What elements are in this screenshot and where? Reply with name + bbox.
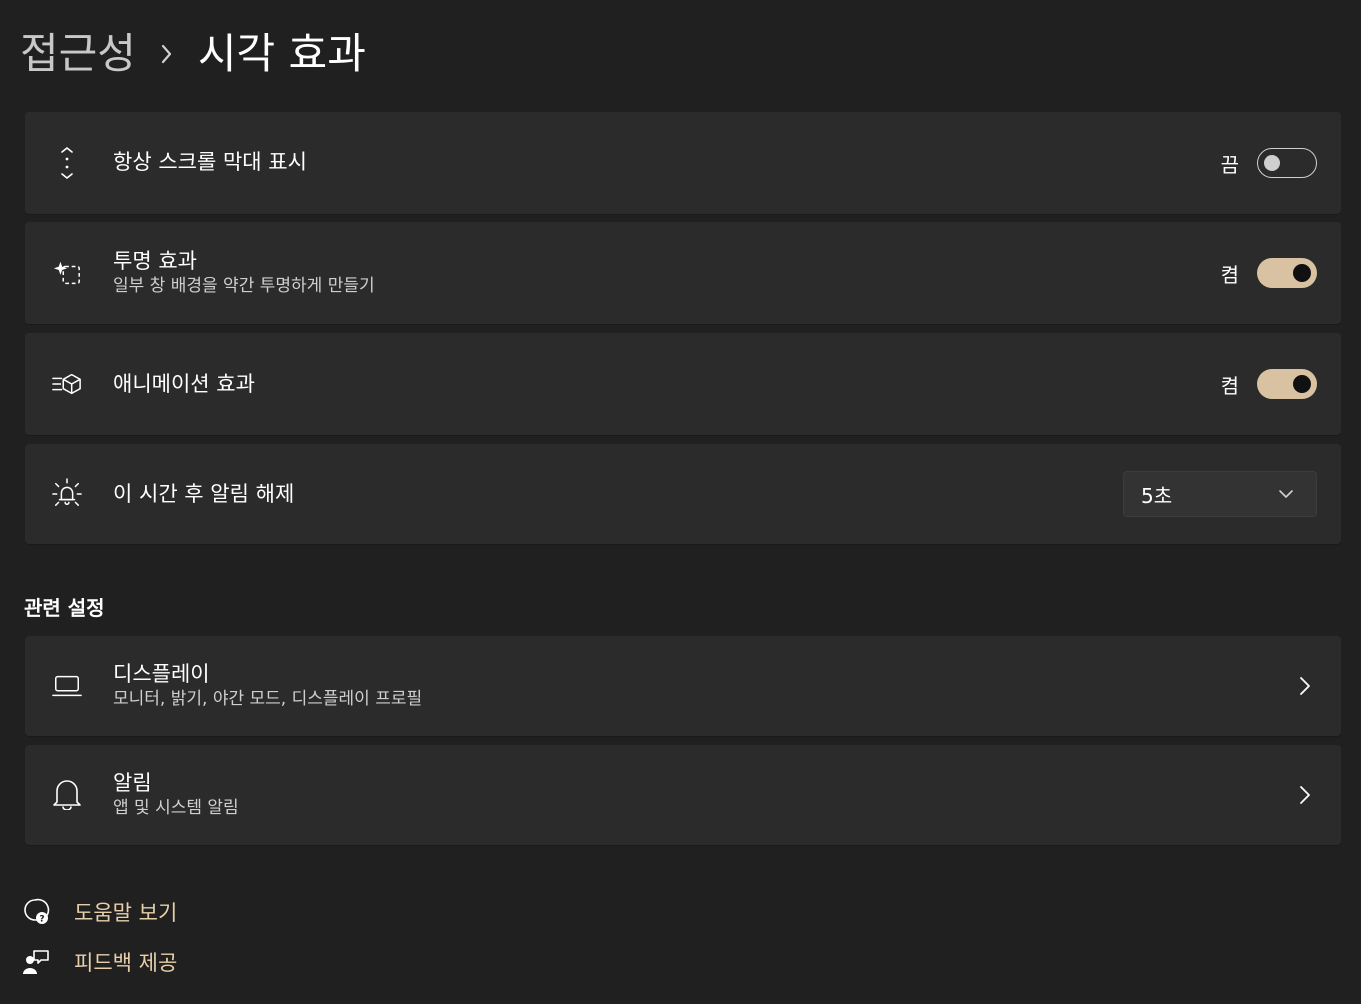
- scrollbar-icon: [52, 147, 82, 179]
- visual-effects-page: 접근성 시각 효과 항상 스크롤 막대 표시 끔 투명 효과 일부 창 배경을 …: [0, 0, 1361, 1004]
- setting-animation-effects: 애니메이션 효과 켬: [25, 333, 1341, 435]
- chevron-right-icon: [1297, 783, 1313, 807]
- animation-icon: [52, 369, 82, 399]
- laptop-icon: [52, 671, 82, 701]
- toggle-knob: [1293, 375, 1311, 393]
- breadcrumb: 접근성 시각 효과: [20, 22, 366, 86]
- setting-transparency-effects: 투명 효과 일부 창 배경을 약간 투명하게 만들기 켬: [25, 222, 1341, 324]
- toggle-state-label: 켬: [1220, 262, 1239, 287]
- related-item-subtitle: 앱 및 시스템 알림: [113, 798, 239, 818]
- setting-title: 이 시간 후 알림 해제: [113, 482, 295, 506]
- toggle-state-label: 켬: [1220, 373, 1239, 398]
- give-feedback-link[interactable]: 피드백 제공: [22, 947, 177, 977]
- toggle-knob: [1293, 264, 1311, 282]
- scrollbars-toggle[interactable]: [1257, 148, 1317, 178]
- setting-subtitle: 일부 창 배경을 약간 투명하게 만들기: [113, 276, 375, 296]
- setting-title: 항상 스크롤 막대 표시: [113, 150, 307, 174]
- setting-always-show-scrollbars: 항상 스크롤 막대 표시 끔: [25, 112, 1341, 214]
- transparency-icon: [52, 258, 82, 288]
- related-item-notifications[interactable]: 알림 앱 및 시스템 알림: [25, 745, 1341, 845]
- bell-icon: [52, 779, 82, 810]
- toggle-knob: [1264, 155, 1280, 171]
- related-settings-heading: 관련 설정: [24, 596, 105, 620]
- help-chat-icon: ?: [22, 898, 50, 926]
- related-item-display[interactable]: 디스플레이 모니터, 밝기, 야간 모드, 디스플레이 프로필: [25, 636, 1341, 736]
- notification-timeout-icon: [52, 478, 82, 508]
- setting-dismiss-notifications-after: 이 시간 후 알림 해제 5초: [25, 444, 1341, 544]
- related-item-subtitle: 모니터, 밝기, 야간 모드, 디스플레이 프로필: [113, 689, 423, 709]
- get-help-label: 도움말 보기: [74, 901, 178, 925]
- chevron-right-icon: [1297, 674, 1313, 698]
- toggle-state-label: 끔: [1220, 152, 1239, 177]
- transparency-toggle[interactable]: [1257, 258, 1317, 288]
- svg-text:?: ?: [39, 915, 44, 925]
- give-feedback-label: 피드백 제공: [74, 951, 178, 975]
- related-item-title: 디스플레이: [113, 662, 210, 686]
- chevron-right-icon: [160, 43, 174, 65]
- chevron-down-icon: [1278, 486, 1294, 506]
- page-title: 시각 효과: [197, 29, 366, 78]
- animation-toggle[interactable]: [1257, 369, 1317, 399]
- get-help-link[interactable]: ? 도움말 보기: [22, 897, 177, 927]
- breadcrumb-accessibility-link[interactable]: 접근성: [20, 22, 136, 86]
- feedback-icon: [22, 948, 50, 976]
- setting-title: 애니메이션 효과: [113, 372, 255, 396]
- setting-title: 투명 효과: [113, 249, 197, 273]
- dropdown-value: 5초: [1141, 483, 1173, 508]
- related-item-title: 알림: [113, 771, 152, 795]
- notification-timeout-dropdown[interactable]: 5초: [1123, 471, 1317, 517]
